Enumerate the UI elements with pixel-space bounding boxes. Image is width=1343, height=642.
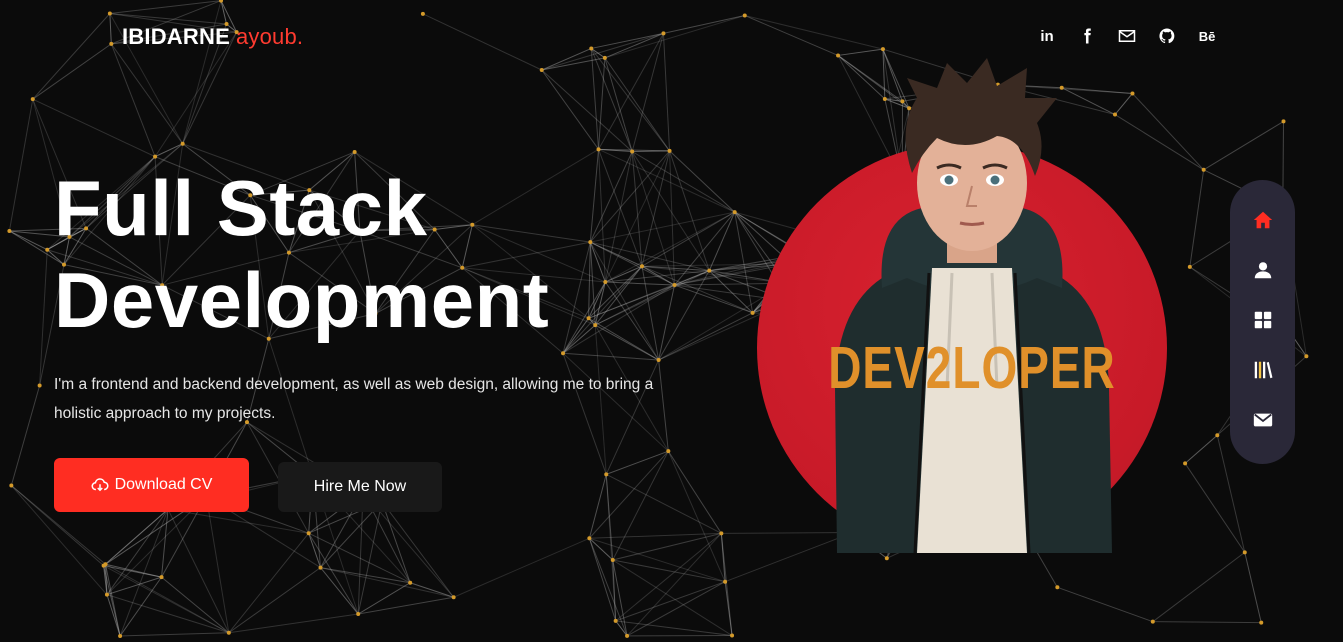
hero-title-line-1: Full Stack [54, 164, 428, 252]
nav-home[interactable] [1251, 208, 1275, 232]
mail-icon [1253, 413, 1272, 427]
social-links: in Bē [1035, 26, 1219, 46]
hire-me-button[interactable]: Hire Me Now [278, 462, 442, 512]
nav-resume[interactable] [1251, 358, 1275, 382]
books-icon [1254, 361, 1272, 379]
hero-title: Full Stack Development [54, 162, 549, 346]
mail-icon[interactable] [1115, 26, 1139, 46]
logo-last-name: ayoub. [235, 24, 304, 49]
logo-first-name: IBIDARNE [122, 24, 230, 49]
grid-icon [1254, 311, 1271, 329]
jacket-text: DEV2LOPER [828, 336, 1116, 402]
site-logo[interactable]: IBIDARNE ayoub. [122, 24, 303, 50]
home-icon [1253, 211, 1272, 229]
hero-title-line-2: Development [54, 256, 550, 344]
hero-description: I'm a frontend and backend development, … [54, 376, 654, 422]
user-icon [1254, 262, 1271, 279]
behance-icon[interactable]: Bē [1195, 26, 1219, 46]
download-cv-button[interactable]: Download CV [54, 458, 249, 512]
nav-contact[interactable] [1251, 408, 1275, 432]
nav-about[interactable] [1251, 258, 1275, 282]
download-cv-label: Download CV [114, 476, 213, 493]
side-navigation [1230, 180, 1295, 464]
developer-illustration: DEV2LOPER [828, 58, 1116, 553]
facebook-icon[interactable] [1075, 26, 1099, 46]
hire-me-label: Hire Me Now [313, 478, 407, 495]
github-icon[interactable] [1155, 26, 1179, 46]
avatar: DEV2LOPER [757, 58, 1167, 553]
cloud-download-icon [91, 478, 109, 492]
linkedin-icon[interactable]: in [1035, 26, 1059, 46]
nav-portfolio[interactable] [1251, 308, 1275, 332]
